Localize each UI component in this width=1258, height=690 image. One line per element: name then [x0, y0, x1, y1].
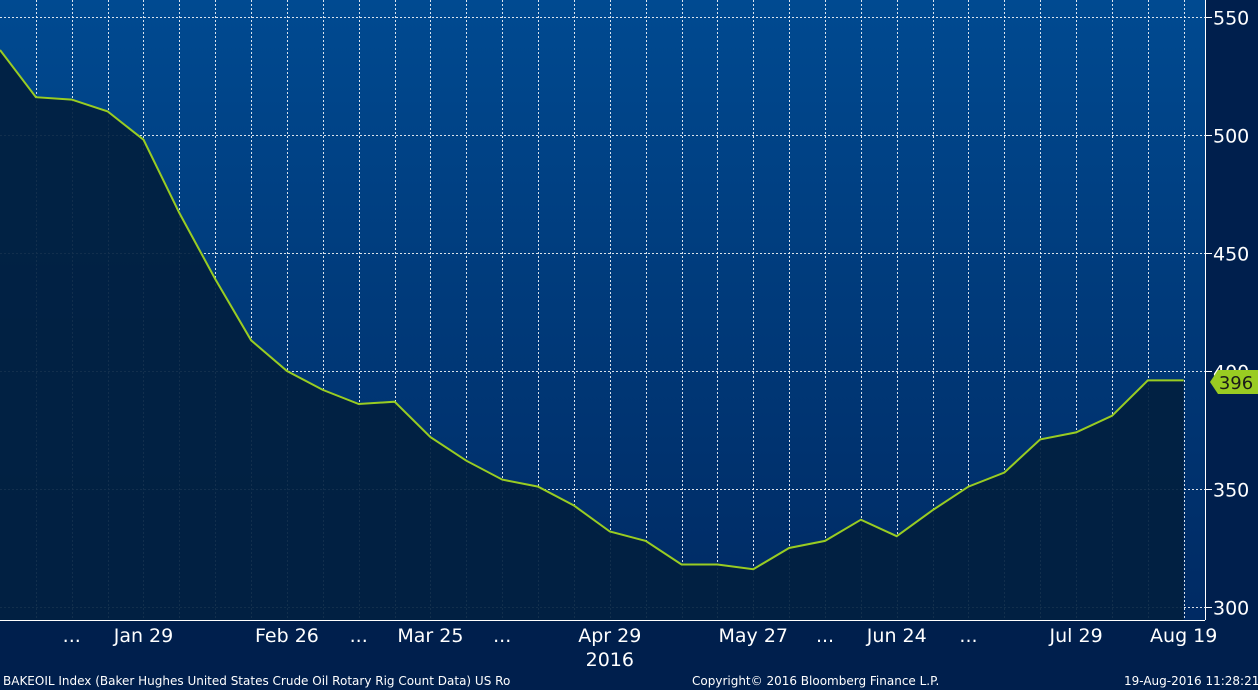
x-tick-label: ... [63, 625, 81, 647]
x-tick-label: ... [350, 625, 368, 647]
footer-bar: BAKEOIL Index (Baker Hughes United State… [0, 672, 1258, 690]
x-tick-label: May 27 [719, 625, 789, 647]
y-tick-label: 300 [1213, 598, 1249, 620]
x-tick-label: ... [959, 625, 977, 647]
x-tick-label: ... [816, 625, 834, 647]
footer-copyright: Copyright© 2016 Bloomberg Finance L.P. [692, 674, 940, 688]
rig-count-chart: 300350400450500550 ...Jan 29Feb 26...Mar… [0, 0, 1258, 672]
y-tick-label: 350 [1213, 480, 1249, 502]
last-value-text: 396 [1219, 373, 1253, 394]
x-tick-label: Jan 29 [113, 625, 174, 647]
y-tick-label: 450 [1213, 244, 1249, 266]
x-tick-label: Feb 26 [255, 625, 319, 647]
x-tick-label: Jun 24 [866, 625, 927, 647]
x-tick-label: Apr 29 [578, 625, 641, 647]
x-tick-label: Aug 19 [1150, 625, 1217, 647]
x-tick-label: ... [493, 625, 511, 647]
y-tick-label: 550 [1213, 8, 1249, 30]
y-tick-label: 500 [1213, 126, 1249, 148]
last-value-label: 396 [1210, 370, 1258, 394]
x-tick-label: Mar 25 [397, 625, 463, 647]
x-year-label: 2016 [586, 649, 634, 671]
footer-timestamp: 19-Aug-2016 11:28:21 [1124, 674, 1258, 688]
x-tick-label: Jul 29 [1049, 625, 1103, 647]
footer-security-description: BAKEOIL Index (Baker Hughes United State… [3, 674, 511, 688]
